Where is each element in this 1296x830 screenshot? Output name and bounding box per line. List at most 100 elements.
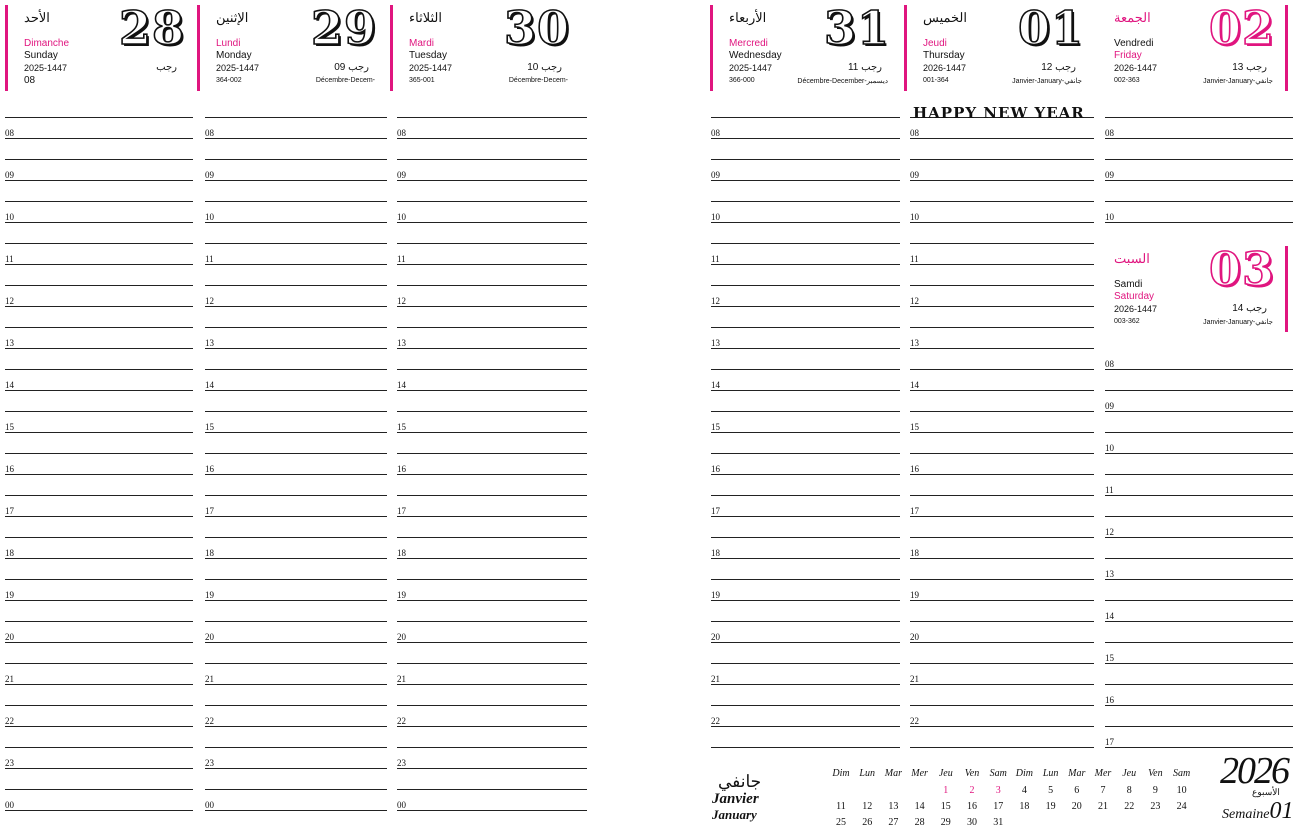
hour-line bbox=[711, 453, 900, 454]
hour-line: 18 bbox=[5, 548, 193, 559]
hour-line: 21 bbox=[910, 674, 1094, 685]
hour-line: 22 bbox=[205, 716, 387, 727]
hour-line bbox=[910, 243, 1094, 244]
hour-label: 20 bbox=[910, 632, 920, 642]
hour-line bbox=[711, 285, 900, 286]
hour-line: 12 bbox=[205, 296, 387, 307]
calendar-day: 8 bbox=[1126, 785, 1132, 796]
hour-line bbox=[910, 201, 1094, 202]
hour-line: 17 bbox=[1105, 737, 1293, 748]
hour-label: 18 bbox=[397, 548, 407, 558]
hour-line: 13 bbox=[1105, 569, 1293, 580]
week-label: Semaine bbox=[1222, 807, 1270, 822]
hour-label: 21 bbox=[205, 674, 215, 684]
calendar-day: 22 bbox=[1124, 801, 1135, 812]
hour-line: 08 bbox=[910, 128, 1094, 139]
hour-label: 21 bbox=[5, 674, 15, 684]
calendar-day: 6 bbox=[1074, 785, 1080, 796]
hour-line: 12 bbox=[711, 296, 900, 307]
hour-line: 20 bbox=[5, 632, 193, 643]
hour-label: 17 bbox=[205, 506, 215, 516]
hour-label: 19 bbox=[397, 590, 407, 600]
hour-line bbox=[205, 747, 387, 748]
week-arabic: الأسبوع bbox=[1252, 788, 1280, 798]
hour-line bbox=[1105, 432, 1293, 433]
calendar-day: 12 bbox=[862, 801, 873, 812]
hour-line bbox=[910, 411, 1094, 412]
hour-line: 12 bbox=[5, 296, 193, 307]
hour-line: 09 bbox=[1105, 401, 1293, 412]
hour-line bbox=[205, 453, 387, 454]
calendar-header: Sam bbox=[989, 768, 1007, 779]
hour-label: 08 bbox=[1105, 359, 1115, 369]
hour-line bbox=[910, 369, 1094, 370]
hour-line: 13 bbox=[205, 338, 387, 349]
week-number: 01 bbox=[1269, 798, 1294, 824]
hour-line: 15 bbox=[711, 422, 900, 433]
hour-line: 09 bbox=[397, 170, 587, 181]
calendar-header: Jeu bbox=[938, 768, 953, 779]
hour-label: 12 bbox=[1105, 527, 1115, 537]
hour-line bbox=[205, 117, 387, 118]
hour-label: 16 bbox=[711, 464, 721, 474]
hour-label: 08 bbox=[5, 128, 15, 138]
hour-line bbox=[1105, 558, 1293, 559]
calendar-header: Mer bbox=[911, 768, 928, 779]
hour-label: 09 bbox=[910, 170, 920, 180]
hour-label: 23 bbox=[205, 758, 215, 768]
hour-line bbox=[397, 705, 587, 706]
hour-label: 15 bbox=[5, 422, 15, 432]
hour-line bbox=[205, 495, 387, 496]
hour-line: 19 bbox=[397, 590, 587, 601]
hour-line bbox=[910, 327, 1094, 328]
hour-line: 10 bbox=[910, 212, 1094, 223]
hour-label: 22 bbox=[397, 716, 407, 726]
hour-column: 08 09 10 11 12 13 14 15 16 17 18 19 20 21 22 23 00 bbox=[205, 0, 387, 830]
hour-line bbox=[5, 411, 193, 412]
hour-line: 12 bbox=[910, 296, 1094, 307]
hour-line bbox=[1105, 684, 1293, 685]
calendar-header: Sam bbox=[1172, 768, 1191, 779]
hour-label: 16 bbox=[397, 464, 407, 474]
hour-line bbox=[397, 621, 587, 622]
hour-line: 13 bbox=[910, 338, 1094, 349]
hour-line bbox=[205, 243, 387, 244]
calendar-header: Ven bbox=[964, 768, 980, 779]
calendar-header: Mar bbox=[1068, 768, 1086, 779]
calendar-day: 24 bbox=[1176, 801, 1187, 812]
hour-line bbox=[5, 495, 193, 496]
hour-line: 20 bbox=[205, 632, 387, 643]
hour-label: 09 bbox=[5, 170, 15, 180]
hour-line bbox=[5, 789, 193, 790]
hour-line: 16 bbox=[1105, 695, 1293, 706]
hour-label: 22 bbox=[205, 716, 215, 726]
hour-label: 08 bbox=[910, 128, 920, 138]
hour-line: 11 bbox=[5, 254, 193, 265]
calendar-day: 1 bbox=[943, 785, 949, 796]
year-week-block: 2026 الأسبوع Semaine01 bbox=[1220, 752, 1293, 824]
hour-column: 08 09 10 11 12 13 14 15 16 17 18 19 20 21 22 23 00 bbox=[5, 0, 193, 830]
hour-line: 00 bbox=[205, 800, 387, 811]
hour-line bbox=[5, 117, 193, 118]
hour-line bbox=[910, 747, 1094, 748]
hour-label: 11 bbox=[5, 254, 15, 264]
happy-new-year-banner: HAPPY NEW YEAR bbox=[913, 104, 1085, 122]
calendar-day: 4 bbox=[1021, 785, 1027, 796]
hour-line bbox=[5, 285, 193, 286]
hour-line bbox=[5, 453, 193, 454]
hour-line bbox=[205, 789, 387, 790]
hour-line bbox=[5, 369, 193, 370]
month-arabic: جانفي bbox=[718, 772, 762, 792]
calendar-day: 23 bbox=[1150, 801, 1161, 812]
hour-line: 14 bbox=[1105, 611, 1293, 622]
hour-column: 08 09 10 11 12 13 14 15 16 17 18 19 20 21 22 bbox=[910, 0, 1094, 830]
hour-line: 12 bbox=[1105, 527, 1293, 538]
hour-line: 15 bbox=[205, 422, 387, 433]
hour-label: 18 bbox=[711, 548, 721, 558]
hour-line bbox=[711, 369, 900, 370]
hour-line bbox=[205, 705, 387, 706]
hour-line bbox=[397, 495, 587, 496]
hour-line: 15 bbox=[397, 422, 587, 433]
calendar-day: 21 bbox=[1098, 801, 1108, 812]
hour-label: 22 bbox=[5, 716, 15, 726]
